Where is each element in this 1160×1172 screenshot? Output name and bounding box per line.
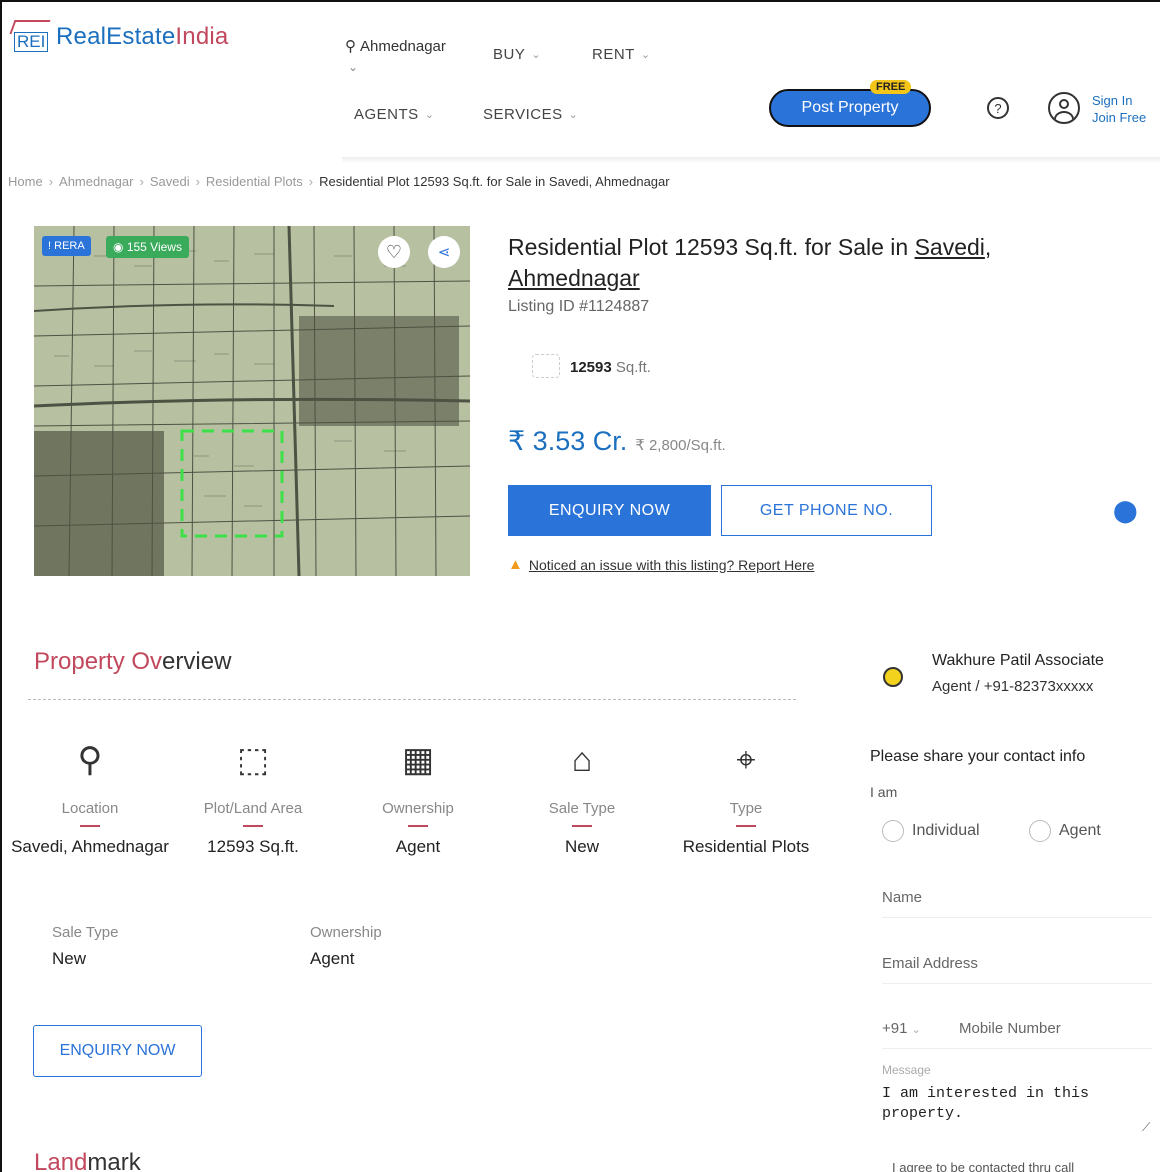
price-per-unit: ₹ 2,800/Sq.ft. — [635, 437, 726, 454]
contact-prompt: Please share your contact info — [870, 748, 1086, 765]
nav-buy[interactable]: BUY ⌄ — [493, 46, 541, 63]
enquiry-now-secondary-button[interactable]: ENQUIRY NOW — [33, 1025, 202, 1077]
radio-circle-icon — [1029, 820, 1051, 842]
chevron-down-icon: ⌄ — [911, 1024, 921, 1036]
breadcrumb: Home › Ahmednagar › Savedi › Residential… — [8, 174, 670, 189]
eye-icon: ◉ — [113, 240, 124, 254]
location-pin-icon: ⚲ — [77, 741, 103, 779]
logo-mark-icon: REI — [9, 20, 51, 54]
radio-agent[interactable]: Agent — [1029, 820, 1101, 842]
chevron-down-icon: ⌄ — [640, 49, 651, 61]
breadcrumb-current: Residential Plot 12593 Sq.ft. for Sale i… — [319, 174, 670, 189]
nav-rent-label: RENT — [592, 46, 635, 63]
location-label: Ahmednagar — [360, 37, 446, 55]
listing-title: Residential Plot 12593 Sq.ft. for Sale i… — [508, 234, 992, 291]
free-badge: FREE — [870, 80, 912, 94]
feature-ownership: ▦ Ownership Agent — [333, 736, 503, 857]
plot-map-image — [34, 226, 470, 576]
field-underline — [882, 917, 1152, 918]
page: REI RealEstateIndia ⚲ Ahmednagar ⌄ BUY ⌄ … — [0, 0, 1160, 1172]
agent-logo — [870, 658, 916, 696]
name-field[interactable]: Name — [882, 889, 922, 906]
rera-badge: ! RERA — [42, 236, 91, 256]
breadcrumb-separator: › — [139, 174, 144, 189]
breadcrumb-locality[interactable]: Savedi — [150, 174, 190, 189]
detail-sale-type: Sale Type New — [52, 924, 119, 968]
user-icon[interactable] — [1048, 92, 1080, 124]
sale-type-icon: ⌂ — [571, 741, 593, 779]
enquiry-now-button[interactable]: ENQUIRY NOW — [508, 485, 711, 536]
breadcrumb-city[interactable]: Ahmednagar — [59, 174, 133, 189]
breadcrumb-category[interactable]: Residential Plots — [206, 174, 303, 189]
chevron-down-icon[interactable]: ⌄ — [348, 60, 358, 74]
heart-icon[interactable]: ♡ — [378, 236, 410, 268]
mobile-field[interactable]: Mobile Number — [959, 1020, 1061, 1037]
location-selector[interactable]: ⚲ Ahmednagar — [345, 37, 446, 56]
message-label: Message — [882, 1063, 931, 1077]
radio-individual[interactable]: Individual — [882, 820, 980, 842]
nav-rent[interactable]: RENT ⌄ — [592, 46, 651, 63]
email-field[interactable]: Email Address — [882, 955, 978, 972]
area-icon — [532, 354, 560, 378]
header-divider — [342, 157, 1160, 163]
property-overview-heading: Property Overview — [34, 648, 232, 675]
map-pin-icon: ⚲ — [345, 38, 356, 55]
get-phone-button[interactable]: GET PHONE NO. — [721, 485, 932, 536]
help-icon[interactable]: ? — [987, 97, 1009, 119]
country-code-select[interactable]: +91 ⌄ — [882, 1020, 921, 1037]
feature-location: ⚲ Location Savedi, Ahmednagar — [5, 736, 175, 857]
field-underline — [882, 1048, 1152, 1049]
breadcrumb-separator: › — [48, 174, 54, 189]
nav-services[interactable]: SERVICES ⌄ — [483, 106, 578, 123]
views-badge: ◉ 155 Views — [106, 236, 189, 258]
warning-icon: ▲ — [508, 556, 523, 573]
property-type-icon: ⌖ — [736, 741, 756, 779]
feature-sale-type: ⌂ Sale Type New — [497, 736, 667, 857]
feature-plot-area: ⬚ Plot/Land Area 12593 Sq.ft. — [168, 736, 338, 857]
feature-type: ⌖ Type Residential Plots — [661, 736, 831, 857]
ownership-icon: ▦ — [401, 741, 435, 779]
chevron-down-icon: ⌄ — [568, 109, 579, 121]
plot-area-icon: ⬚ — [236, 741, 270, 779]
join-free-link[interactable]: Join Free — [1092, 109, 1146, 126]
city-link[interactable]: Ahmednagar — [508, 265, 640, 291]
sign-in-link[interactable]: Sign In — [1092, 92, 1146, 109]
share-icon[interactable]: ⋖ — [428, 236, 460, 268]
i-am-label: I am — [870, 784, 898, 800]
site-logo[interactable]: REI RealEstateIndia — [9, 20, 229, 54]
listing-id: Listing ID #1124887 — [508, 298, 650, 315]
section-divider — [28, 699, 796, 700]
post-property-button[interactable]: Post Property — [769, 89, 931, 127]
chevron-down-icon: ⌄ — [531, 49, 542, 61]
breadcrumb-home[interactable]: Home — [8, 174, 43, 189]
agent-phone: Agent / +91-82373xxxxx — [932, 678, 1094, 695]
nav-agents-label: AGENTS — [354, 106, 419, 123]
locality-link[interactable]: Savedi — [915, 234, 985, 260]
area-value: 12593 Sq.ft. — [570, 359, 651, 376]
field-underline — [882, 983, 1152, 984]
map-pin-icon[interactable]: ⬤ — [1113, 498, 1138, 524]
chevron-down-icon: ⌄ — [424, 109, 435, 121]
radio-circle-icon — [882, 820, 904, 842]
price: ₹ 3.53 Cr. ₹ 2,800/Sq.ft. — [508, 426, 726, 456]
message-textarea[interactable]: I am interested in this property. — [882, 1084, 1142, 1124]
agree-text: I agree to be contacted thru call — [892, 1160, 1075, 1172]
breadcrumb-separator: › — [308, 174, 314, 189]
detail-ownership: Ownership Agent — [310, 924, 382, 968]
resize-handle-icon[interactable]: ⟋ — [1142, 1120, 1150, 1135]
landmark-heading: Landmark — [34, 1149, 141, 1172]
sign-in-links: Sign In Join Free — [1092, 92, 1146, 126]
logo-text: RealEstateIndia — [56, 23, 229, 50]
nav-buy-label: BUY — [493, 46, 526, 63]
breadcrumb-separator: › — [195, 174, 200, 189]
agent-name[interactable]: Wakhure Patil Associate — [932, 652, 1104, 670]
nav-services-label: SERVICES — [483, 106, 563, 123]
logo-mark-text: REI — [14, 32, 49, 52]
report-listing[interactable]: ▲ Noticed an issue with this listing? Rep… — [508, 556, 814, 573]
property-photo[interactable] — [34, 226, 470, 576]
nav-agents[interactable]: AGENTS ⌄ — [354, 106, 434, 123]
